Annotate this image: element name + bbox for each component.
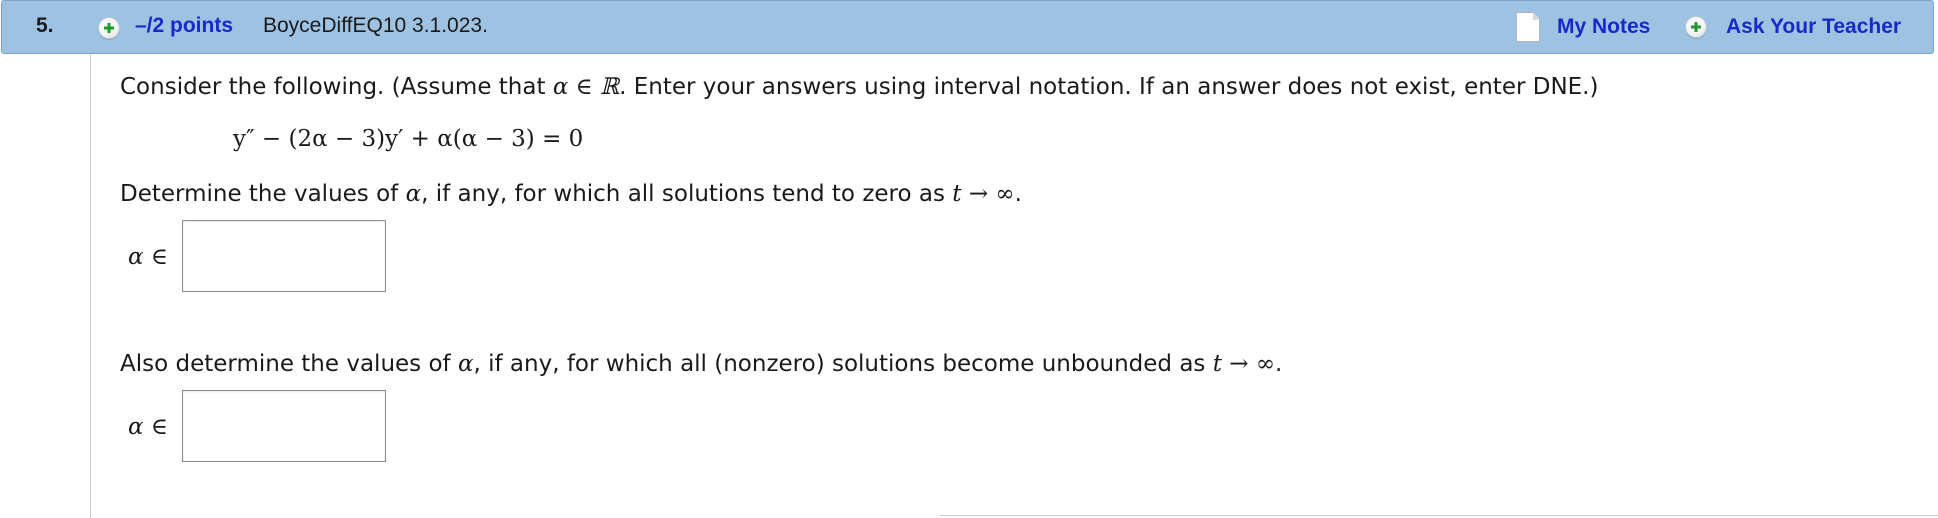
part2-suffix: , if any, for which all (nonzero) soluti… — [473, 351, 1213, 377]
part1-answer-input[interactable] — [183, 221, 385, 291]
note-icon-fold — [1533, 12, 1540, 20]
intro-condition: α ∈ ℝ — [552, 74, 620, 100]
my-notes-link[interactable]: My Notes — [1557, 15, 1650, 39]
part1-answer-label: α ∈ — [128, 244, 168, 270]
part1-alpha: α — [405, 181, 422, 207]
question-id: BoyceDiffEQ10 3.1.023. — [263, 14, 488, 37]
part2-alpha: α — [457, 351, 474, 377]
part2-end: . — [1275, 351, 1283, 377]
question-header: 5. –/2 points BoyceDiffEQ10 3.1.023. My … — [1, 0, 1934, 54]
question-intro: Consider the following. (Assume that α ∈… — [120, 74, 1598, 100]
intro-suffix: . Enter your answers using interval nota… — [619, 74, 1599, 100]
part2-prefix: Also determine the values of — [120, 351, 458, 377]
part2-limit: t → ∞ — [1212, 351, 1276, 377]
part2-prompt: Also determine the values of α, if any, … — [120, 351, 1282, 377]
points-label: –/2 points — [135, 14, 234, 37]
expand-plus-icon[interactable] — [98, 17, 120, 39]
part1-suffix: , if any, for which all solutions tend t… — [421, 181, 953, 207]
question-number: 5. — [36, 14, 54, 37]
intro-prefix: Consider the following. (Assume that — [120, 74, 553, 100]
part1-end: . — [1014, 181, 1022, 207]
part2-answer-label: α ∈ — [128, 414, 168, 440]
ask-teacher-link[interactable]: Ask Your Teacher — [1726, 15, 1901, 39]
question-page: 5. –/2 points BoyceDiffEQ10 3.1.023. My … — [0, 0, 1938, 518]
part2-answer-box — [182, 390, 386, 462]
ask-teacher-plus-icon[interactable] — [1685, 16, 1707, 38]
part1-limit: t → ∞ — [952, 181, 1015, 207]
part1-answer-box — [182, 220, 386, 292]
question-body-left-border — [90, 54, 91, 518]
differential-equation: y″ − (2α − 3)y′ + α(α − 3) = 0 — [233, 126, 584, 152]
question-body-bottom-border — [940, 515, 1938, 516]
part1-prefix: Determine the values of — [120, 181, 406, 207]
part1-prompt: Determine the values of α, if any, for w… — [120, 181, 1022, 207]
part2-answer-input[interactable] — [183, 391, 385, 461]
